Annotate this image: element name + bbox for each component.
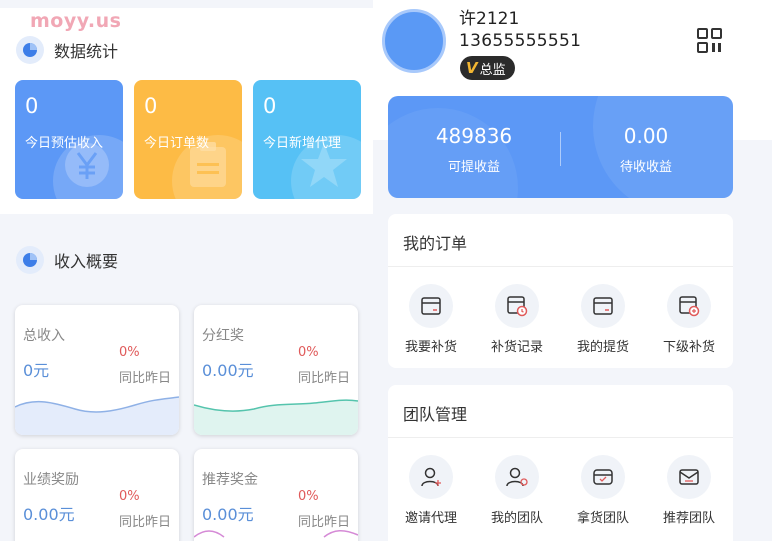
- sparkline: [15, 396, 179, 435]
- qr-code-icon[interactable]: [696, 27, 724, 59]
- data-stats-title: 数据统计: [54, 42, 119, 61]
- restock-icon: [409, 284, 453, 328]
- team-item-label: 邀请代理: [404, 511, 457, 526]
- referral-team-icon: [667, 455, 711, 499]
- order-item-label: 补货记录: [490, 340, 543, 355]
- restock-record-icon: [495, 284, 539, 328]
- card-title: 分红奖: [202, 328, 244, 344]
- order-item-sub-restock[interactable]: 下级补货: [646, 284, 732, 355]
- income-card-performance[interactable]: 业绩奖励 0.00元 0% 同比昨日: [15, 449, 179, 541]
- order-item-restock[interactable]: 我要补货: [388, 284, 474, 355]
- pickup-icon: [581, 284, 625, 328]
- card-value: 0.00元: [23, 505, 75, 524]
- income-card-total[interactable]: 总收入 0元 0% 同比昨日: [15, 305, 179, 435]
- pie-chart-icon: [16, 36, 44, 64]
- tile-value: 0: [25, 94, 39, 118]
- card-title: 推荐奖金: [202, 472, 258, 488]
- withdrawable-label: 可提收益: [447, 160, 500, 175]
- my-orders-title: 我的订单: [403, 234, 468, 253]
- tile-value: 0: [263, 94, 277, 118]
- team-item-my-team[interactable]: 我的团队: [474, 455, 560, 526]
- avatar[interactable]: [382, 9, 446, 73]
- pending-value: 0.00: [623, 124, 669, 148]
- pie-chart-icon: [16, 246, 44, 274]
- team-item-label: 拿货团队: [576, 511, 629, 526]
- card-compare-label: 同比昨日: [119, 371, 172, 386]
- pending-label: 待收收益: [619, 160, 672, 175]
- user-name: 许2121: [459, 9, 520, 29]
- order-item-label: 下级补货: [662, 340, 715, 355]
- card-value: 0元: [23, 361, 50, 380]
- sub-restock-icon: [667, 284, 711, 328]
- tile-label: 今日新增代理: [263, 136, 342, 151]
- team-item-referral-team[interactable]: 推荐团队: [646, 455, 732, 526]
- income-card-dividend[interactable]: 分红奖 0.00元 0% 同比昨日: [194, 305, 358, 435]
- pending-earnings[interactable]: 0.00 待收收益: [560, 124, 732, 175]
- card-percent: 0%: [298, 345, 319, 360]
- right-panel: 许2121 13655555551 V 总监 489836 可提收益 0.00 …: [373, 0, 772, 541]
- income-overview-title: 收入概要: [54, 252, 119, 271]
- card-value: 0.00元: [202, 505, 254, 524]
- income-card-referral[interactable]: 推荐奖金 0.00元 0% 同比昨日: [194, 449, 358, 541]
- tile-today-income[interactable]: 0 今日预估收入: [15, 80, 123, 199]
- tile-today-new-agents[interactable]: 0 今日新增代理: [253, 80, 361, 199]
- card-percent: 0%: [119, 489, 140, 504]
- left-panel: moyy.us 数据统计 0 今日预估收入 0 今日订单数 0 今日新增代理 收…: [0, 0, 373, 541]
- card-percent: 0%: [119, 345, 140, 360]
- team-item-label: 推荐团队: [662, 511, 715, 526]
- order-item-restock-record[interactable]: 补货记录: [474, 284, 560, 355]
- my-orders-panel: 我的订单 我要补货 补货记录 我的提货 下级补货: [388, 214, 733, 368]
- earnings-card: 489836 可提收益 0.00 待收收益: [388, 96, 733, 198]
- data-stats-header: 数据统计: [16, 36, 118, 64]
- user-phone: 13655555551: [459, 31, 582, 51]
- level-badge: V 总监: [460, 56, 515, 80]
- team-title: 团队管理: [403, 405, 468, 424]
- my-team-icon: [495, 455, 539, 499]
- order-item-label: 我的提货: [576, 340, 629, 355]
- withdrawable-earnings[interactable]: 489836 可提收益: [388, 124, 560, 175]
- order-item-my-pickup[interactable]: 我的提货: [560, 284, 646, 355]
- card-compare-label: 同比昨日: [119, 515, 172, 530]
- level-label: 总监: [479, 62, 506, 78]
- team-item-purchase-team[interactable]: 拿货团队: [560, 455, 646, 526]
- team-item-label: 我的团队: [490, 511, 543, 526]
- tile-label: 今日订单数: [144, 136, 210, 151]
- withdrawable-value: 489836: [435, 124, 513, 148]
- order-item-label: 我要补货: [404, 340, 457, 355]
- tile-label: 今日预估收入: [25, 136, 104, 151]
- sparkline: [194, 399, 358, 435]
- card-title: 业绩奖励: [23, 472, 79, 488]
- card-title: 总收入: [23, 328, 65, 344]
- card-value: 0.00元: [202, 361, 254, 380]
- team-item-invite-agent[interactable]: 邀请代理: [388, 455, 474, 526]
- sparkline: [194, 530, 358, 538]
- income-overview-header: 收入概要: [16, 246, 118, 274]
- tile-value: 0: [144, 94, 158, 118]
- vip-v-icon: V: [466, 59, 478, 77]
- purchase-team-icon: [581, 455, 625, 499]
- tile-today-orders[interactable]: 0 今日订单数: [134, 80, 242, 199]
- watermark: moyy.us: [30, 10, 122, 32]
- team-panel: 团队管理 邀请代理 我的团队 拿货团队 推荐团队: [388, 385, 733, 541]
- card-compare-label: 同比昨日: [298, 371, 351, 386]
- card-percent: 0%: [298, 489, 319, 504]
- invite-agent-icon: [409, 455, 453, 499]
